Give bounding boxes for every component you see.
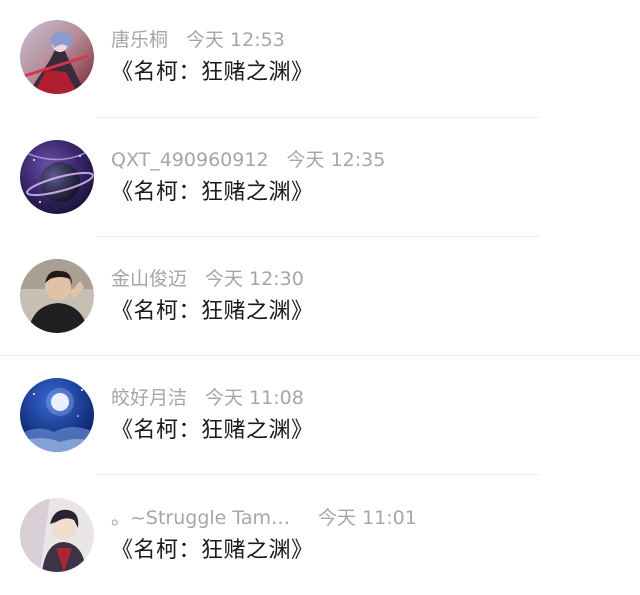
comment-item[interactable]: 。~Struggle Tam… 今天 11:01 《名柯：狂赌之渊》: [0, 476, 640, 595]
comment-text: 《名柯：狂赌之渊》: [111, 180, 314, 205]
divider: [0, 355, 640, 356]
comment-text: 《名柯：狂赌之渊》: [111, 299, 314, 324]
username[interactable]: QXT_490960912: [111, 147, 269, 173]
planet-avatar[interactable]: [20, 140, 94, 214]
comment-item[interactable]: 金山俊迈 今天 12:30 《名柯：狂赌之渊》: [0, 238, 640, 357]
comment-meta: 唐乐桐 今天 12:53: [111, 27, 285, 53]
anime-warrior-avatar[interactable]: [20, 20, 94, 94]
username[interactable]: 。~Struggle Tam…: [111, 505, 290, 531]
username[interactable]: 唐乐桐: [111, 27, 168, 53]
anime-character-avatar[interactable]: [20, 498, 94, 572]
divider: [96, 474, 540, 475]
comment-text: 《名柯：狂赌之渊》: [111, 538, 314, 563]
username[interactable]: 皎好月洁: [111, 385, 187, 411]
comment-list: 唐乐桐 今天 12:53 《名柯：狂赌之渊》 QXT_490960912 今天 …: [0, 0, 640, 587]
timestamp: 今天 12:35: [286, 149, 386, 171]
timestamp: 今天 12:30: [205, 268, 304, 290]
comment-text: 《名柯：狂赌之渊》: [111, 60, 314, 85]
comment-item[interactable]: QXT_490960912 今天 12:35 《名柯：狂赌之渊》: [0, 119, 640, 238]
timestamp: 今天 12:53: [186, 29, 285, 51]
divider: [96, 236, 540, 237]
moon-night-avatar[interactable]: [20, 378, 94, 452]
divider: [96, 117, 540, 118]
comment-meta: 。~Struggle Tam… 今天 11:01: [111, 505, 417, 531]
comment-meta: 金山俊迈 今天 12:30: [111, 266, 304, 292]
man-portrait-avatar[interactable]: [20, 259, 94, 333]
comment-meta: 皎好月洁 今天 11:08: [111, 385, 304, 411]
username[interactable]: 金山俊迈: [111, 266, 187, 292]
comment-text: 《名柯：狂赌之渊》: [111, 418, 314, 443]
comment-item[interactable]: 唐乐桐 今天 12:53 《名柯：狂赌之渊》: [0, 0, 640, 119]
timestamp: 今天 11:01: [318, 507, 417, 529]
comment-meta: QXT_490960912 今天 12:35: [111, 147, 385, 173]
comment-item[interactable]: 皎好月洁 今天 11:08 《名柯：狂赌之渊》: [0, 357, 640, 476]
timestamp: 今天 11:08: [205, 387, 304, 409]
